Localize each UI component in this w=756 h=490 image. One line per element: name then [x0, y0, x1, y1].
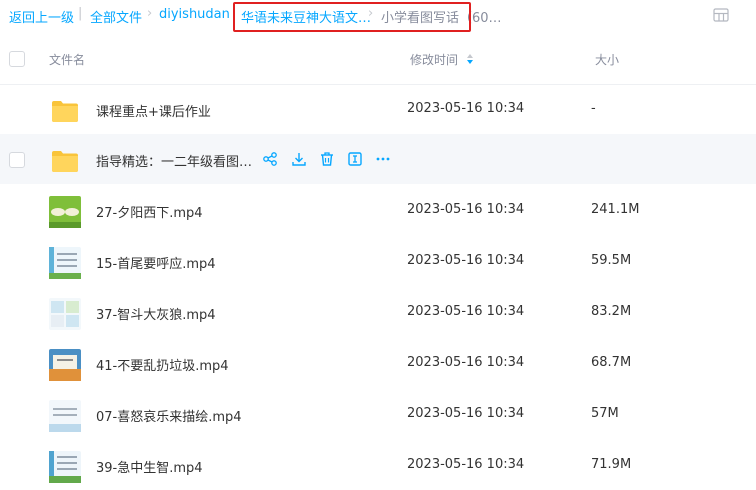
file-name[interactable]: 课程重点+课后作业: [96, 101, 211, 120]
file-time: 2023-05-16 10:34: [407, 253, 525, 268]
file-time: 2023-05-16 10:34: [407, 355, 525, 370]
video-thumbnail: [49, 196, 81, 228]
breadcrumb-divider: |: [78, 6, 83, 21]
table-header: 文件名 修改时间 大小: [0, 42, 756, 85]
file-time: 2023-05-16 10:34: [407, 457, 525, 472]
grid-view-icon[interactable]: [713, 8, 729, 22]
file-size: 59.5M: [591, 253, 632, 268]
select-all-checkbox[interactable]: [9, 51, 25, 67]
file-size: 68.7M: [591, 355, 632, 370]
delete-icon[interactable]: [319, 151, 335, 167]
file-name[interactable]: 15-首尾要呼应.mp4: [96, 253, 216, 272]
video-thumbnail: [49, 349, 81, 381]
file-time: 2023-05-16 10:34: [407, 406, 525, 421]
table-row[interactable]: 39-急中生智.mp4 2023-05-16 10:34 71.9M: [0, 440, 756, 490]
table-row[interactable]: 37-智斗大灰狼.mp4 2023-05-16 10:34 83.2M: [0, 287, 756, 337]
file-name[interactable]: 27-夕阳西下.mp4: [96, 202, 203, 221]
table-row[interactable]: 15-首尾要呼应.mp4 2023-05-16 10:34 59.5M: [0, 236, 756, 286]
file-size: 241.1M: [591, 202, 640, 217]
file-name[interactable]: 41-不要乱扔垃圾.mp4: [96, 355, 229, 374]
file-time: 2023-05-16 10:34: [407, 101, 525, 116]
file-name[interactable]: 指导精选：一二年级看图…: [96, 151, 252, 170]
breadcrumb: 返回上一级 | 全部文件 › diyishudan › 华语未来豆神大语文… ›…: [0, 0, 756, 32]
file-size: 57M: [591, 406, 619, 421]
folder-icon: [52, 101, 78, 122]
file-time: 2023-05-16 10:34: [407, 304, 525, 319]
table-row[interactable]: 41-不要乱扔垃圾.mp4 2023-05-16 10:34 68.7M: [0, 338, 756, 388]
share-icon[interactable]: [262, 151, 278, 167]
rename-icon[interactable]: [347, 151, 363, 167]
more-icon[interactable]: [375, 151, 391, 167]
sort-icon[interactable]: [466, 53, 474, 65]
breadcrumb-all-files[interactable]: 全部文件: [90, 7, 142, 26]
breadcrumb-diyishudan[interactable]: diyishudan: [159, 7, 230, 22]
file-name[interactable]: 07-喜怒哀乐来描绘.mp4: [96, 406, 242, 425]
video-thumbnail: [49, 298, 81, 330]
file-size: -: [591, 101, 596, 116]
header-size[interactable]: 大小: [595, 51, 619, 68]
table-row[interactable]: 指导精选：一二年级看图…: [0, 134, 756, 184]
file-time: 2023-05-16 10:34: [407, 202, 525, 217]
chevron-right-icon: ›: [147, 6, 153, 21]
file-size: 83.2M: [591, 304, 632, 319]
file-name[interactable]: 39-急中生智.mp4: [96, 457, 203, 476]
table-row[interactable]: 27-夕阳西下.mp4 2023-05-16 10:34 241.1M: [0, 185, 756, 235]
video-thumbnail: [49, 451, 81, 483]
video-thumbnail: [49, 247, 81, 279]
folder-icon: [52, 151, 78, 172]
row-checkbox[interactable]: [9, 152, 25, 168]
header-filename[interactable]: 文件名: [49, 51, 85, 68]
video-thumbnail: [49, 400, 81, 432]
table-row[interactable]: 课程重点+课后作业 2023-05-16 10:34 -: [0, 84, 756, 134]
highlight-box: [233, 2, 471, 32]
table-row[interactable]: 07-喜怒哀乐来描绘.mp4 2023-05-16 10:34 57M: [0, 389, 756, 439]
header-modified[interactable]: 修改时间: [410, 51, 458, 68]
back-link[interactable]: 返回上一级: [9, 7, 74, 26]
download-icon[interactable]: [291, 151, 307, 167]
file-name[interactable]: 37-智斗大灰狼.mp4: [96, 304, 216, 323]
file-size: 71.9M: [591, 457, 632, 472]
